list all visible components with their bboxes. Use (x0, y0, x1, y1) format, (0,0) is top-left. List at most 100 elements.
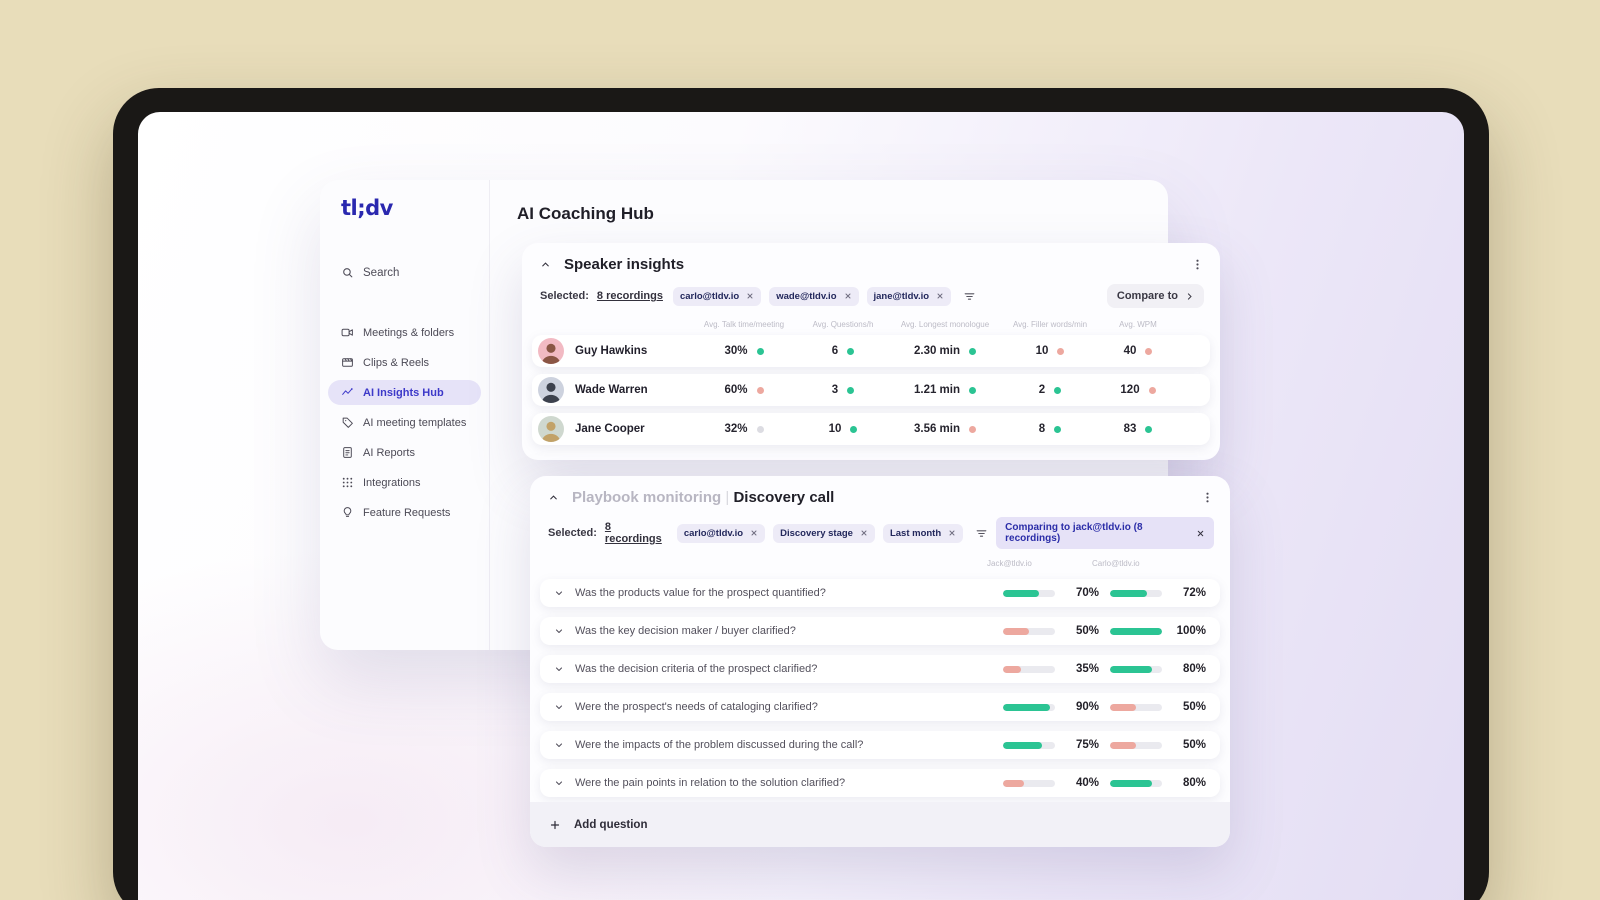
compare-to-button[interactable]: Compare to (1106, 284, 1204, 308)
kebab-menu-icon[interactable] (1201, 491, 1214, 504)
chevron-up-icon[interactable] (548, 492, 559, 503)
table-row[interactable]: Jane Cooper 32% 10 3.56 min 8 83 (532, 413, 1210, 445)
jack-score-group: 75% (1003, 739, 1099, 751)
filter-chip: Last month (882, 523, 964, 543)
sidebar-item-ai-insights-hub[interactable]: AI Insights Hub (328, 380, 481, 405)
search-icon (341, 266, 354, 279)
chevron-down-icon[interactable] (554, 702, 564, 712)
compare-to-label: Compare to (1116, 290, 1178, 302)
sidebar-item-integrations[interactable]: Integrations (328, 470, 481, 495)
progress-fill (1110, 665, 1152, 673)
close-icon[interactable] (1196, 529, 1205, 538)
tldv-logo: tl;dv (341, 196, 393, 220)
carlo-score-group: 72% (1110, 587, 1206, 599)
speaker-name: Guy Hawkins (575, 345, 648, 357)
filter-chip: Discovery stage (773, 523, 875, 543)
metric-value: 2.30 min (913, 345, 961, 357)
playbook-title-main: Discovery call (733, 489, 835, 506)
status-dot-good (850, 425, 858, 433)
speaker-rows: Guy Hawkins 30% 6 2.30 min 10 40 Wade Warren 60… (522, 335, 1220, 445)
status-dot-good (969, 386, 977, 394)
clapperboard-icon (341, 356, 354, 369)
speaker-chips: carlo@tldv.io wade@tldv.io jane@tldv.io (672, 286, 952, 306)
sidebar-item-ai-meeting-templates[interactable]: AI meeting templates (328, 410, 481, 435)
status-dot-bad (1148, 386, 1156, 394)
metric-cell: 2.30 min (886, 345, 1004, 357)
filter-icon[interactable] (963, 290, 976, 303)
sidebar-item-meetings-folders[interactable]: Meetings & folders (328, 320, 481, 345)
sidebar-item-label: AI Insights Hub (363, 386, 444, 399)
filter-icon[interactable] (975, 527, 988, 540)
close-icon[interactable] (746, 292, 754, 300)
selected-recordings-link[interactable]: 8 recordings (605, 521, 667, 545)
carlo-percentage: 80% (1182, 777, 1206, 789)
chevron-down-icon[interactable] (554, 740, 564, 750)
chevron-down-icon[interactable] (554, 626, 564, 636)
close-icon[interactable] (844, 292, 852, 300)
question-row[interactable]: Was the key decision maker / buyer clari… (540, 617, 1220, 645)
chevron-down-icon[interactable] (554, 664, 564, 674)
carlo-progress-bar (1110, 589, 1162, 597)
add-question-button[interactable]: Add question (530, 802, 1230, 847)
jack-score-group: 35% (1003, 663, 1099, 675)
status-dot-bad (969, 425, 977, 433)
metric-cell: 8 (1004, 423, 1096, 435)
table-row[interactable]: Guy Hawkins 30% 6 2.30 min 10 40 (532, 335, 1210, 367)
metric-cell: 32% (688, 423, 800, 435)
playbook-card: Playbook monitoring | Discovery call Sel… (530, 476, 1230, 847)
sidebar-item-ai-reports[interactable]: AI Reports (328, 440, 481, 465)
jack-percentage: 50% (1075, 625, 1099, 637)
question-text: Was the decision criteria of the prospec… (575, 663, 818, 675)
close-icon[interactable] (936, 292, 944, 300)
sidebar-item-label: Clips & Reels (363, 356, 430, 369)
column-header: Avg. Filler words/min (1012, 320, 1088, 329)
metric-value: 10 (828, 423, 842, 435)
speaker-card-header: Speaker insights (522, 243, 1220, 273)
search-label: Search (363, 266, 400, 279)
playbook-column-carlo: Carlo@tldv.io (1092, 559, 1140, 568)
progress-fill (1003, 627, 1029, 635)
question-row[interactable]: Was the products value for the prospect … (540, 579, 1220, 607)
bulb-icon (341, 506, 354, 519)
question-text: Were the pain points in relation to the … (575, 777, 846, 789)
table-row[interactable]: Wade Warren 60% 3 1.21 min 2 120 (532, 374, 1210, 406)
metric-cell: 83 (1096, 423, 1180, 435)
laptop-frame: tl;dv Search Meetings & folders Clips & R… (113, 88, 1489, 900)
chevron-up-icon[interactable] (540, 259, 551, 270)
carlo-score-group: 100% (1110, 625, 1206, 637)
selected-recordings-link[interactable]: 8 recordings (597, 290, 663, 302)
question-text: Were the impacts of the problem discusse… (575, 739, 864, 751)
carlo-score-group: 80% (1110, 663, 1206, 675)
metric-value: 8 (1038, 423, 1046, 435)
column-header: Avg. Longest monologue (900, 320, 990, 329)
carlo-percentage: 100% (1176, 625, 1206, 637)
sidebar-item-clips-reels[interactable]: Clips & Reels (328, 350, 481, 375)
question-row[interactable]: Were the prospect's needs of cataloging … (540, 693, 1220, 721)
close-icon[interactable] (860, 529, 868, 537)
kebab-menu-icon[interactable] (1191, 258, 1204, 271)
chevron-down-icon[interactable] (554, 588, 564, 598)
carlo-percentage: 80% (1182, 663, 1206, 675)
search-button[interactable]: Search (341, 266, 399, 279)
metric-value: 32% (724, 423, 748, 435)
close-icon[interactable] (948, 529, 956, 537)
chip-label: wade@tldv.io (776, 290, 837, 302)
close-icon[interactable] (750, 529, 758, 537)
status-dot-good (1145, 425, 1153, 433)
screen-background: tl;dv Search Meetings & folders Clips & R… (138, 112, 1464, 900)
question-row[interactable]: Were the pain points in relation to the … (540, 769, 1220, 797)
status-dot-good (1054, 425, 1062, 433)
speaker-card-title: Speaker insights (564, 256, 685, 273)
column-header: Avg. Questions/h (812, 320, 874, 329)
sidebar-item-feature-requests[interactable]: Feature Requests (328, 500, 481, 525)
playbook-filter-row: Selected: 8 recordings carlo@tldv.io Disc… (530, 506, 1230, 549)
carlo-progress-bar (1110, 703, 1162, 711)
video-camera-icon (341, 326, 354, 339)
chevron-down-icon[interactable] (554, 778, 564, 788)
filter-chip: carlo@tldv.io (676, 523, 766, 543)
question-row[interactable]: Was the decision criteria of the prospec… (540, 655, 1220, 683)
progress-fill (1003, 589, 1040, 597)
speaker-name: Jane Cooper (575, 423, 645, 435)
question-row[interactable]: Were the impacts of the problem discusse… (540, 731, 1220, 759)
question-text: Was the key decision maker / buyer clari… (575, 625, 796, 637)
